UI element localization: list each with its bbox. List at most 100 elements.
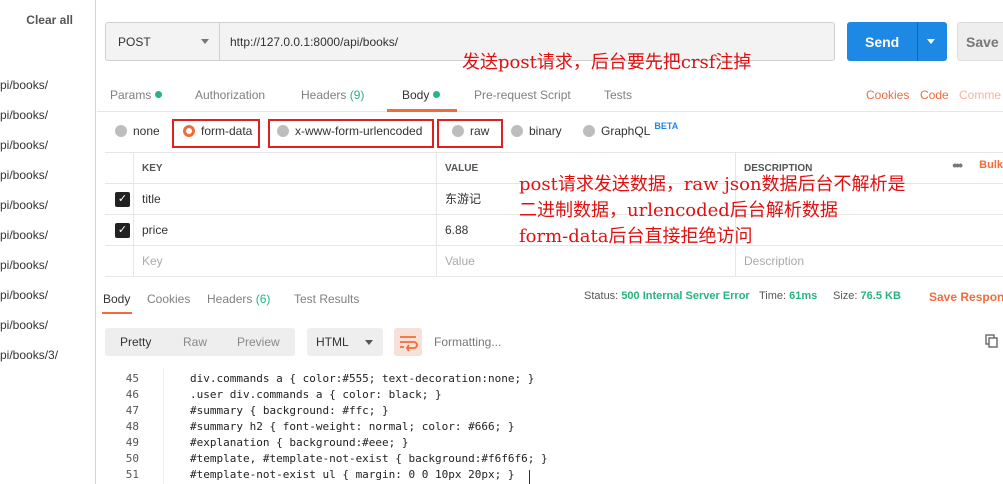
response-tab-test-results[interactable]: Test Results — [294, 292, 359, 306]
tab-headers-label: Headers — [301, 88, 347, 102]
history-item-label: pi/books/ — [0, 108, 49, 122]
history-item[interactable]: pi/books/3/ — [0, 340, 95, 370]
history-item[interactable]: pi/books/ — [0, 190, 95, 220]
highlight-box-form-data — [172, 119, 260, 148]
cookies-link[interactable]: Cookies — [866, 88, 909, 102]
history-item[interactable]: pi/books/ — [0, 160, 95, 190]
body-type-selector: none form-data x-www-form-urlencoded raw… — [97, 118, 1003, 148]
bulk-edit-link[interactable]: Bulk — [979, 159, 1003, 171]
clear-all-button[interactable]: Clear all — [26, 13, 73, 27]
comments-link[interactable]: Comme — [959, 88, 1001, 102]
history-item-label: pi/books/ — [0, 228, 49, 242]
row-enabled-checkbox[interactable]: ✓ — [115, 223, 130, 238]
line-number: 48 — [125, 420, 139, 433]
line-number: 50 — [125, 452, 139, 465]
radio-binary[interactable]: binary — [511, 124, 562, 138]
tab-authorization[interactable]: Authorization — [195, 88, 265, 102]
history-item[interactable]: pi/books/ — [0, 130, 95, 160]
response-tab-headers-label: Headers — [207, 292, 253, 306]
param-key[interactable]: title — [133, 184, 436, 215]
language-label: HTML — [316, 335, 349, 349]
more-options-icon[interactable]: ••• — [952, 157, 963, 173]
radio-circle-icon — [115, 125, 127, 137]
response-tab-cookies[interactable]: Cookies — [147, 292, 190, 306]
tab-params[interactable]: Params — [110, 88, 163, 102]
wrap-lines-icon — [400, 336, 418, 352]
tab-body-label: Body — [402, 88, 430, 102]
tab-body[interactable]: Body — [402, 88, 441, 102]
code-line: 50 #template, #template-not-exist { backg… — [97, 451, 1003, 467]
highlight-box-urlencoded — [268, 119, 434, 148]
pretty-button[interactable]: Pretty — [120, 335, 151, 349]
beta-badge: BETA — [654, 121, 679, 131]
history-item[interactable]: pi/books/ — [0, 250, 95, 280]
radio-circle-icon — [583, 125, 595, 137]
history-item-label: pi/books/ — [0, 78, 49, 92]
request-panel: POST http://127.0.0.1:8000/api/books/ Se… — [97, 0, 1003, 484]
history-item[interactable]: pi/books/ — [0, 280, 95, 310]
response-status: Status: 500 Internal Server Error — [584, 290, 750, 302]
code-text: .user div.commands a { color: black; } — [190, 388, 442, 401]
preview-button[interactable]: Preview — [237, 335, 280, 349]
new-key-input[interactable]: Key — [133, 246, 436, 277]
code-line: 47 #summary { background: #ffc; } — [97, 403, 1003, 419]
history-item[interactable]: pi/books/ — [0, 220, 95, 250]
history-item-label: pi/books/3/ — [0, 348, 59, 362]
raw-button[interactable]: Raw — [183, 335, 207, 349]
code-link[interactable]: Code — [920, 88, 949, 102]
code-text: #explanation { background:#eee; } — [190, 436, 409, 449]
history-item[interactable]: pi/books/ — [0, 100, 95, 130]
format-button-group: Pretty Raw Preview — [105, 328, 295, 356]
code-line: 46 .user div.commands a { color: black; } — [97, 387, 1003, 403]
new-value-input[interactable]: Value — [436, 246, 735, 277]
row-enabled-checkbox[interactable]: ✓ — [115, 192, 130, 207]
chevron-down-icon — [365, 340, 373, 345]
radio-circle-icon — [511, 125, 523, 137]
method-select[interactable]: POST — [105, 22, 219, 61]
language-select[interactable]: HTML — [307, 328, 383, 356]
new-description-input[interactable]: Description — [735, 246, 1003, 277]
code-line: 45 div.commands a { color:#555; text-deco… — [97, 371, 1003, 387]
send-label: Send — [865, 34, 900, 50]
column-header-key: KEY — [133, 153, 436, 184]
modified-dot-icon — [433, 91, 441, 98]
history-item-label: pi/books/ — [0, 318, 49, 332]
code-text: div.commands a { color:#555; text-decora… — [190, 372, 535, 385]
size-value: 76.5 KB — [860, 290, 901, 302]
response-headers-count: (6) — [255, 292, 271, 306]
response-code-viewer[interactable]: 45 div.commands a { color:#555; text-deco… — [97, 368, 1003, 484]
history-item[interactable]: pi/books/ — [0, 310, 95, 340]
param-key[interactable]: price — [133, 215, 436, 246]
headers-count: (9) — [349, 88, 365, 102]
annotation-line: form-data后台直接拒绝访问 — [519, 226, 753, 247]
highlight-box-raw — [437, 119, 503, 148]
tab-prerequest-script[interactable]: Pre-request Script — [474, 88, 571, 102]
history-item[interactable]: pi/books/ — [0, 70, 95, 100]
status-label: Status: — [584, 290, 619, 302]
status-value: 500 Internal Server Error — [621, 290, 750, 302]
radio-binary-label: binary — [529, 124, 562, 138]
send-divider — [917, 22, 918, 61]
text-cursor — [529, 470, 530, 484]
size-label: Size: — [833, 290, 858, 302]
radio-none[interactable]: none — [115, 124, 160, 138]
wrap-lines-button[interactable] — [394, 328, 422, 356]
response-tab-headers[interactable]: Headers (6) — [207, 292, 270, 306]
history-item-label: pi/books/ — [0, 258, 49, 272]
copy-icon[interactable] — [985, 334, 999, 348]
save-button[interactable]: Save — [957, 22, 1003, 61]
response-tab-body[interactable]: Body — [103, 292, 130, 306]
save-label: Save — [966, 34, 999, 50]
radio-graphql[interactable]: GraphQL BETA — [583, 121, 679, 138]
line-number: 49 — [125, 436, 139, 449]
send-button[interactable]: Send — [847, 22, 947, 61]
tab-headers[interactable]: Headers (9) — [301, 88, 364, 102]
code-line: 51 #template-not-exist ul { margin: 0 0 1… — [97, 467, 1003, 483]
send-options-chevron-icon[interactable] — [927, 39, 935, 44]
history-item-label: pi/books/ — [0, 138, 49, 152]
response-time: Time: 61ms — [759, 290, 817, 302]
tab-tests[interactable]: Tests — [604, 88, 632, 102]
save-response-button[interactable]: Save Respons — [929, 290, 1003, 304]
method-label: POST — [118, 35, 151, 49]
history-item-label: pi/books/ — [0, 168, 49, 182]
